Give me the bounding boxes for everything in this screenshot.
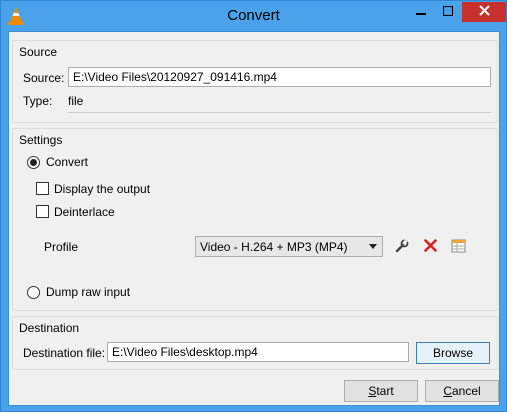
- close-button[interactable]: [462, 2, 506, 22]
- maximize-button[interactable]: [435, 2, 461, 22]
- source-group: Source Source: E:\Video Files\20120927_0…: [12, 40, 498, 123]
- settings-group-title: Settings: [19, 133, 63, 147]
- display-output-checkbox[interactable]: [36, 182, 49, 195]
- browse-button[interactable]: Browse: [416, 342, 490, 364]
- profile-label: Profile: [44, 240, 79, 254]
- new-profile-table-icon: [451, 238, 466, 256]
- cancel-label-rest: ancel: [451, 384, 481, 398]
- settings-group: Settings Convert Display the output Dein…: [12, 128, 498, 311]
- profile-select[interactable]: Video - H.264 + MP3 (MP4): [195, 236, 383, 257]
- type-label: Type:: [23, 94, 53, 108]
- new-profile-button[interactable]: [447, 236, 469, 258]
- cancel-mnemonic: C: [443, 384, 452, 398]
- destination-group: Destination Destination file: E:\Video F…: [12, 316, 498, 370]
- source-group-title: Source: [19, 45, 58, 59]
- display-output-label[interactable]: Display the output: [54, 182, 150, 196]
- dump-raw-radio[interactable]: [27, 286, 40, 299]
- start-label-rest: tart: [376, 384, 394, 398]
- dialog-body: Source Source: E:\Video Files\20120927_0…: [8, 31, 500, 406]
- start-button[interactable]: Start: [344, 380, 418, 402]
- maximize-icon: [442, 5, 454, 19]
- type-value: file: [68, 94, 84, 108]
- destination-file-label: Destination file:: [23, 346, 106, 360]
- deinterlace-checkbox[interactable]: [36, 205, 49, 218]
- title-bar[interactable]: Convert: [1, 1, 506, 31]
- convert-dialog: Convert Source Source: E:\Video Files\20…: [0, 0, 507, 412]
- deinterlace-label[interactable]: Deinterlace: [54, 205, 115, 219]
- minimize-icon: [416, 5, 426, 19]
- cancel-button[interactable]: Cancel: [425, 380, 499, 402]
- destination-group-title: Destination: [19, 321, 80, 335]
- chevron-down-icon: [369, 244, 377, 249]
- source-label: Source:: [23, 71, 65, 85]
- minimize-button[interactable]: [408, 2, 434, 22]
- edit-profile-button[interactable]: [391, 236, 413, 258]
- convert-radio-label[interactable]: Convert: [46, 155, 88, 169]
- source-divider: [68, 112, 491, 113]
- delete-profile-button[interactable]: [419, 236, 441, 258]
- profile-select-value: Video - H.264 + MP3 (MP4): [200, 240, 348, 254]
- wrench-icon: [395, 238, 409, 256]
- dump-raw-label[interactable]: Dump raw input: [46, 285, 130, 299]
- destination-file-field[interactable]: E:\Video Files\desktop.mp4: [107, 342, 409, 362]
- red-x-delete-icon: [423, 239, 437, 255]
- convert-radio[interactable]: [27, 156, 40, 169]
- source-path-field[interactable]: E:\Video Files\20120927_091416.mp4: [68, 67, 491, 87]
- close-icon: [478, 5, 490, 19]
